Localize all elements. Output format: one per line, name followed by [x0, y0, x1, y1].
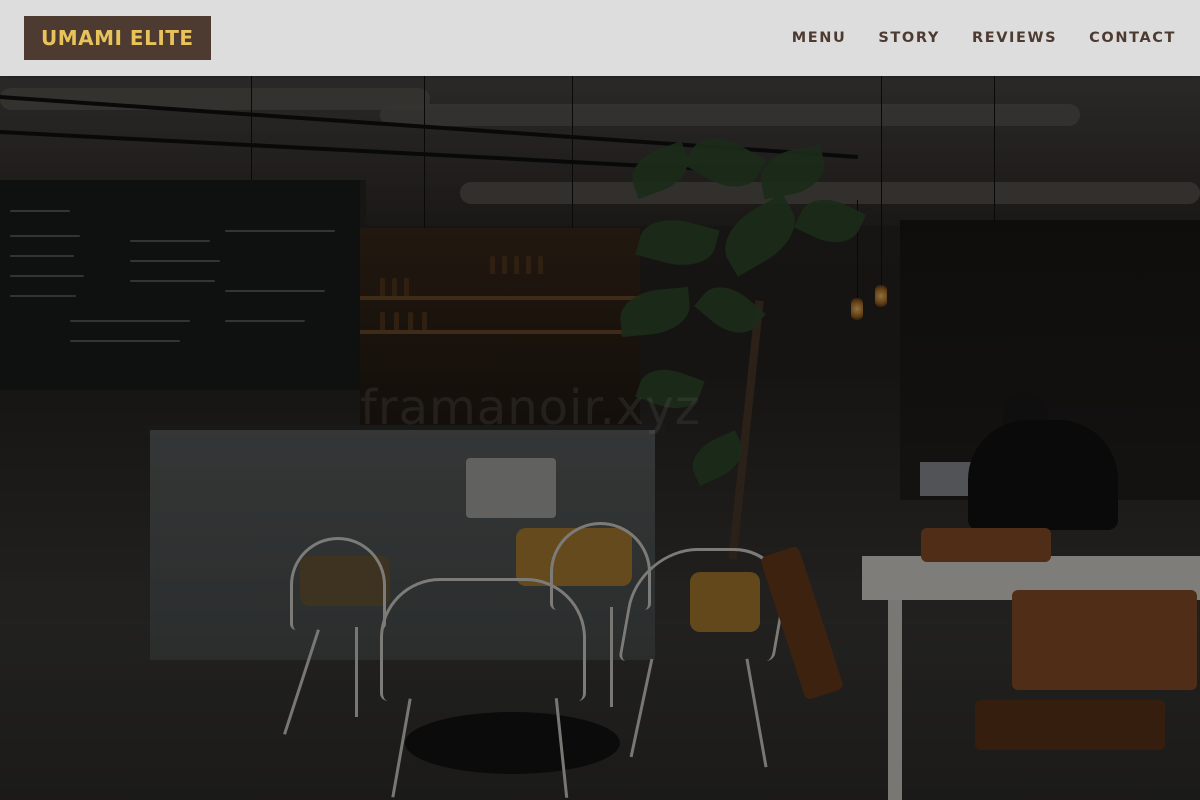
nav-link-reviews[interactable]: REVIEWS [972, 30, 1057, 46]
hero-background-image: framanoir.xyz [0, 0, 1200, 800]
main-nav: MENU STORY REVIEWS CONTACT [792, 0, 1176, 76]
nav-link-story[interactable]: STORY [878, 30, 940, 46]
brand-logo[interactable]: UMAMI ELITE [24, 16, 211, 60]
hero-dark-overlay [0, 0, 1200, 800]
site-header: UMAMI ELITE MENU STORY REVIEWS CONTACT [0, 0, 1200, 76]
nav-link-menu[interactable]: MENU [792, 30, 847, 46]
nav-link-contact[interactable]: CONTACT [1089, 30, 1176, 46]
